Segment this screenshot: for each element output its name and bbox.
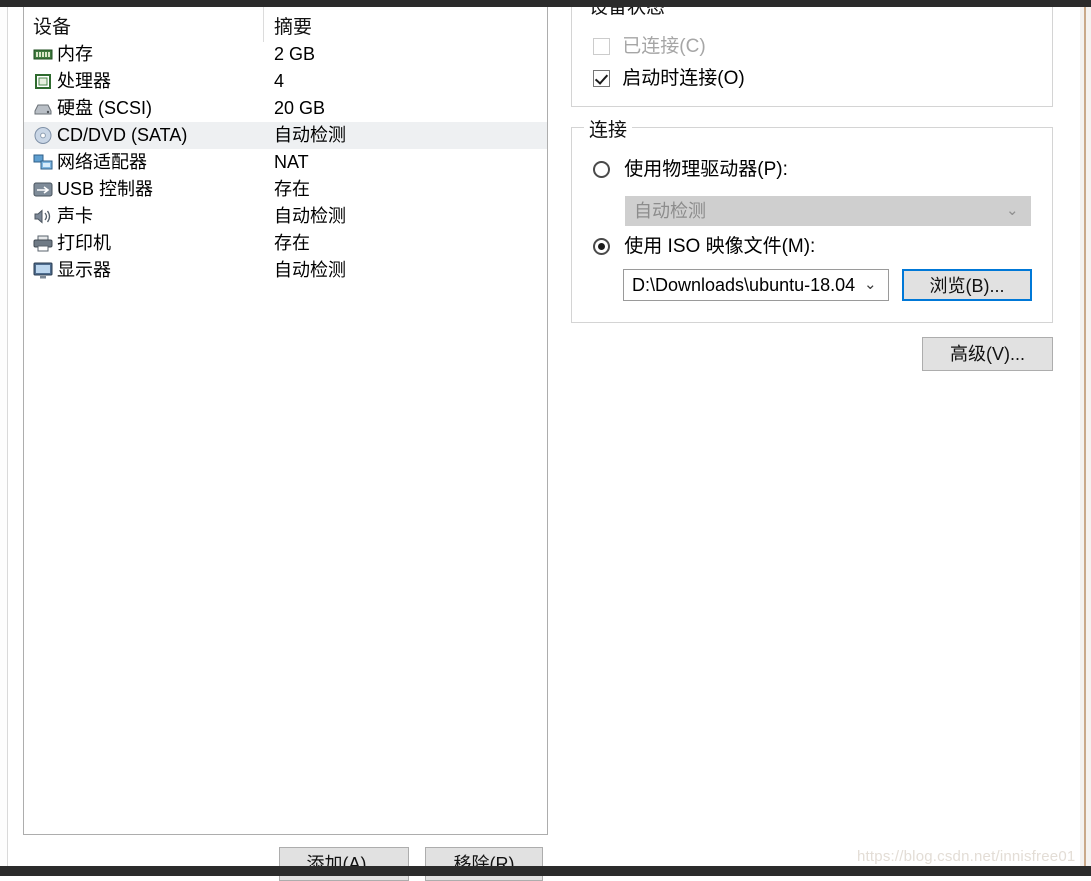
column-divider: [263, 6, 264, 42]
cpu-icon: [33, 72, 53, 91]
column-header-summary: 摘要: [274, 17, 313, 38]
use-iso-label: 使用 ISO 映像文件(M):: [624, 236, 816, 257]
capture-right-edge: [1080, 7, 1091, 866]
browse-button[interactable]: 浏览(B)...: [902, 269, 1032, 301]
table-row[interactable]: 硬盘 (SCSI) 20 GB: [24, 95, 547, 122]
device-summary: 存在: [274, 179, 310, 199]
table-row[interactable]: 网络适配器 NAT: [24, 149, 547, 176]
device-summary: 4: [274, 71, 285, 91]
device-name: 声卡: [57, 206, 93, 226]
device-name: 硬盘 (SCSI): [57, 98, 153, 118]
use-physical-drive-radio-row[interactable]: 使用物理驱动器(P):: [593, 159, 788, 181]
table-row[interactable]: 声卡 自动检测: [24, 203, 547, 230]
display-icon: [33, 261, 53, 280]
network-icon: [33, 153, 53, 172]
capture-top-bar: [0, 0, 1091, 7]
device-status-group: 设备状态 已连接(C) 启动时连接(O): [571, 0, 1053, 107]
device-list-header: 设备 摘要: [24, 5, 547, 42]
device-summary: 2 GB: [274, 44, 316, 64]
device-summary: 自动检测: [274, 260, 346, 280]
sound-icon: [33, 207, 53, 226]
checkbox-icon[interactable]: [593, 70, 610, 87]
device-summary: 自动检测: [274, 125, 346, 145]
table-row[interactable]: 打印机 存在: [24, 230, 547, 257]
device-name: 网络适配器: [57, 152, 147, 172]
radio-icon[interactable]: [593, 238, 610, 255]
table-row[interactable]: USB 控制器 存在: [24, 176, 547, 203]
device-summary: 自动检测: [274, 206, 346, 226]
memory-icon: [33, 45, 53, 64]
device-name: CD/DVD (SATA): [57, 125, 188, 145]
device-summary: 20 GB: [274, 98, 326, 118]
physical-drive-value: 自动检测: [634, 201, 706, 221]
device-list-panel: 设备 摘要 内存 2 GB 处理器 4 硬盘 (SCSI) 20 GB CD/D…: [23, 4, 548, 835]
use-iso-radio-row[interactable]: 使用 ISO 映像文件(M):: [593, 236, 815, 258]
device-name: 内存: [57, 44, 93, 64]
iso-path-select[interactable]: D:\Downloads\ubuntu-18.04 ⌄: [623, 269, 889, 301]
device-name: 打印机: [57, 233, 111, 253]
table-row[interactable]: 处理器 4: [24, 68, 547, 95]
chevron-down-icon: ⌄: [1006, 202, 1019, 219]
printer-icon: [33, 234, 53, 253]
connect-at-power-on-checkbox-row[interactable]: 启动时连接(O): [593, 68, 745, 90]
device-list-rows: 内存 2 GB 处理器 4 硬盘 (SCSI) 20 GB CD/DVD (SA…: [24, 41, 547, 284]
watermark-text: https://blog.csdn.net/innisfree01: [857, 848, 1076, 865]
capture-bottom-bar: [0, 866, 1091, 876]
usb-icon: [33, 180, 53, 199]
connected-checkbox-row[interactable]: 已连接(C): [593, 36, 706, 58]
chevron-down-icon[interactable]: ⌄: [864, 270, 878, 300]
device-summary: NAT: [274, 152, 309, 172]
table-row[interactable]: CD/DVD (SATA) 自动检测: [24, 122, 547, 149]
table-row[interactable]: 显示器 自动检测: [24, 257, 547, 284]
device-name: 处理器: [57, 71, 111, 91]
table-row[interactable]: 内存 2 GB: [24, 41, 547, 68]
capture-left-edge: [0, 7, 8, 866]
connection-legend: 连接: [584, 115, 633, 142]
iso-path-value: D:\Downloads\ubuntu-18.04: [632, 275, 856, 295]
device-name: USB 控制器: [57, 179, 154, 199]
harddisk-icon: [33, 99, 53, 118]
checkbox-icon[interactable]: [593, 38, 610, 55]
device-name: 显示器: [57, 260, 111, 280]
physical-drive-select: 自动检测 ⌄: [625, 196, 1031, 226]
device-summary: 存在: [274, 233, 310, 253]
radio-icon[interactable]: [593, 161, 610, 178]
advanced-button[interactable]: 高级(V)...: [922, 337, 1053, 371]
cddvd-icon: [33, 126, 53, 145]
column-header-device: 设备: [33, 17, 72, 38]
connected-label: 已连接(C): [622, 36, 706, 57]
use-physical-drive-label: 使用物理驱动器(P):: [624, 159, 788, 180]
connect-at-power-on-label: 启动时连接(O): [622, 68, 745, 89]
